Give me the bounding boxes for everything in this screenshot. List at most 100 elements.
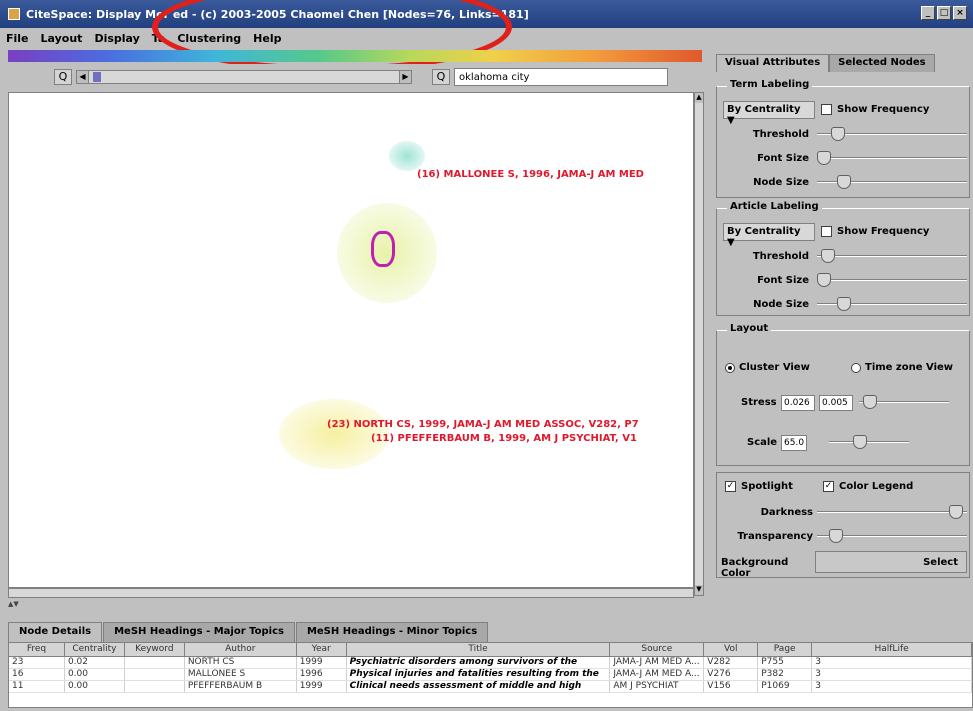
column-header[interactable]: Freq [9, 643, 65, 656]
cell: V156 [704, 681, 759, 692]
cell: AM J PSYCHIAT [610, 681, 705, 692]
cell [125, 681, 185, 692]
cell: JAMA-J AM MED A... [610, 669, 705, 680]
darkness-label: Darkness [760, 507, 813, 518]
cluster-view-label: Cluster View [739, 362, 810, 373]
darkness-slider[interactable] [817, 505, 967, 519]
node-details-tabs: Node Details MeSH Headings - Major Topic… [8, 622, 489, 642]
term-labeling-combo[interactable]: By Centrality ▼ [723, 101, 815, 126]
menu-help[interactable]: Help [253, 32, 281, 45]
menu-file[interactable]: File [6, 32, 29, 45]
stress-field-a[interactable] [781, 395, 815, 411]
spotlight-group: ✓ Spotlight ✓ Color Legend Darkness Tran… [716, 472, 970, 579]
column-header[interactable]: Author [185, 643, 297, 656]
time-zone-view-label: Time zone View [865, 362, 954, 373]
node-label-pfefferbaum[interactable]: (11) PFEFFERBAUM B, 1999, AM J PSYCHIAT,… [371, 433, 637, 444]
column-header[interactable]: Centrality [65, 643, 125, 656]
title-bar: CiteSpace: Display Mer ed - (c) 2003-200… [0, 0, 973, 28]
spotlight-checkbox[interactable]: ✓ [725, 481, 736, 492]
term-font-size-slider[interactable] [817, 151, 967, 165]
menu-tables[interactable]: Ta [152, 32, 166, 45]
cluster-node-ring[interactable] [371, 231, 395, 267]
article-node-size-slider[interactable] [817, 297, 967, 311]
transparency-slider[interactable] [817, 529, 967, 543]
column-header[interactable]: Keyword [125, 643, 185, 656]
article-show-frequency-label: Show Frequency [837, 226, 930, 237]
node-label-north[interactable]: (23) NORTH CS, 1999, JAMA-J AM MED ASSOC… [327, 419, 639, 430]
zoom-slider-knob[interactable] [93, 72, 101, 82]
scale-slider[interactable] [829, 435, 909, 449]
search-input[interactable] [454, 68, 668, 86]
table-row[interactable]: 16 0.00 MALLONEE S 1996 Physical injurie… [9, 669, 973, 681]
article-show-frequency-checkbox[interactable] [821, 226, 832, 237]
node-label-mallonee[interactable]: (16) MALLONEE S, 1996, JAMA-J AM MED [417, 169, 644, 180]
scroll-down-icon[interactable]: ▼ [695, 585, 703, 595]
spotlight-label: Spotlight [741, 481, 793, 492]
menu-clustering[interactable]: Clustering [177, 32, 241, 45]
term-threshold-slider[interactable] [817, 127, 967, 141]
article-labeling-combo[interactable]: By Centrality ▼ [723, 223, 815, 248]
cell [125, 669, 185, 680]
right-arrow-icon[interactable]: ▶ [399, 71, 411, 83]
tab-node-details[interactable]: Node Details [8, 622, 103, 642]
tab-mesh-major[interactable]: MeSH Headings - Major Topics [103, 622, 295, 642]
article-font-size-slider[interactable] [817, 273, 967, 287]
table-row[interactable]: 23 0.02 NORTH CS 1999 Psychiatric disord… [9, 657, 973, 669]
tab-mesh-minor[interactable]: MeSH Headings - Minor Topics [295, 622, 489, 642]
column-header[interactable]: HalfLife [812, 643, 972, 656]
stress-slider[interactable] [859, 395, 949, 409]
cell [125, 657, 185, 668]
minimize-button[interactable]: _ [921, 6, 935, 20]
cell: P1069 [758, 681, 813, 692]
scroll-up-icon[interactable]: ▲ [695, 93, 703, 103]
cell: Psychiatric disorders among survivors of… [347, 657, 611, 668]
cell: 0.00 [65, 669, 125, 680]
layout-title: Layout [727, 323, 772, 334]
cell: Clinical needs assessment of middle and … [347, 681, 611, 692]
tab-visual-attributes[interactable]: Visual Attributes [716, 54, 830, 72]
background-color-select-button[interactable]: Select [815, 551, 967, 573]
canvas-horizontal-scrollbar[interactable] [8, 588, 694, 598]
network-canvas[interactable]: (16) MALLONEE S, 1996, JAMA-J AM MED (23… [8, 92, 694, 588]
cell: 1999 [297, 681, 347, 692]
cell: Physical injuries and fatalities resulti… [347, 669, 611, 680]
column-header[interactable]: Year [297, 643, 347, 656]
column-header[interactable]: Vol [704, 643, 759, 656]
term-labeling-group: Term Labeling By Centrality ▼ Show Frequ… [716, 79, 970, 198]
close-button[interactable]: × [953, 6, 967, 20]
color-legend-checkbox[interactable]: ✓ [823, 481, 834, 492]
zoom-out-button[interactable]: Q [54, 69, 72, 85]
cell: NORTH CS [185, 657, 297, 668]
zoom-in-button[interactable]: Q [432, 69, 450, 85]
cell: 16 [9, 669, 65, 680]
time-zone-view-radio[interactable] [851, 363, 861, 373]
term-node-size-slider[interactable] [817, 175, 967, 189]
column-header[interactable]: Title [347, 643, 611, 656]
article-threshold-slider[interactable] [817, 249, 967, 263]
stress-label: Stress [741, 397, 777, 408]
zoom-slider[interactable]: ◀ ▶ [76, 70, 412, 84]
cell: V276 [704, 669, 759, 680]
splitter-arrows-icon[interactable]: ▲▼ [8, 600, 28, 610]
cell: 3 [812, 681, 973, 692]
article-labeling-title: Article Labeling [727, 201, 822, 212]
table-row[interactable]: 11 0.00 PFEFFERBAUM B 1999 Clinical need… [9, 681, 973, 693]
canvas-vertical-scrollbar[interactable]: ▲ ▼ [694, 92, 704, 596]
menu-layout[interactable]: Layout [41, 32, 83, 45]
transparency-label: Transparency [737, 531, 813, 542]
tab-selected-nodes[interactable]: Selected Nodes [829, 54, 935, 72]
column-header[interactable]: Source [610, 643, 705, 656]
cluster-view-radio[interactable] [725, 363, 735, 373]
cell: V282 [704, 657, 759, 668]
term-show-frequency-checkbox[interactable] [821, 104, 832, 115]
column-header[interactable]: Page [758, 643, 813, 656]
term-node-size-label: Node Size [753, 177, 809, 188]
left-arrow-icon[interactable]: ◀ [77, 71, 89, 83]
cell: 1999 [297, 657, 347, 668]
scale-field[interactable] [781, 435, 807, 451]
cell: 3 [812, 669, 973, 680]
stress-field-b[interactable] [819, 395, 853, 411]
menu-display[interactable]: Display [94, 32, 139, 45]
cluster-mallonee[interactable] [389, 141, 425, 171]
maximize-button[interactable]: □ [937, 6, 951, 20]
